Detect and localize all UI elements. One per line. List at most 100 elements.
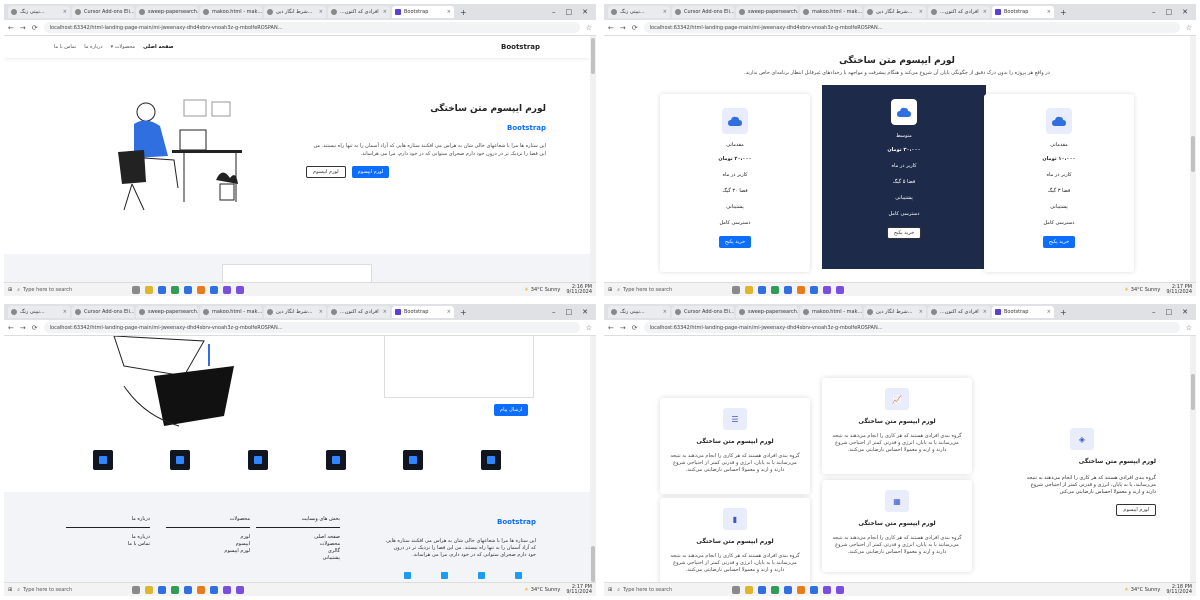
close-tab-icon[interactable]: ×: [1047, 9, 1051, 15]
close-tab-icon[interactable]: ×: [63, 9, 67, 15]
taskbar-app-icon[interactable]: [823, 585, 832, 594]
browser-tab[interactable]: تیپتی زنگ... ×: [608, 6, 670, 18]
star-icon[interactable]: ☆: [1186, 324, 1192, 332]
maximize-icon[interactable]: □: [566, 308, 573, 316]
browser-tab[interactable]: ...افرادی که اکنون ×: [928, 306, 990, 318]
browser-tab[interactable]: sweep-papersearch...×: [136, 306, 198, 318]
nav-contact[interactable]: تماس با ما: [54, 44, 76, 50]
message-textarea[interactable]: [384, 336, 534, 398]
browser-tab[interactable]: شرط انگار دین... ×: [264, 6, 326, 18]
browser-tab[interactable]: ...افرادی که اکنون ×: [328, 6, 390, 18]
maximize-icon[interactable]: □: [1166, 308, 1173, 316]
taskbar-search[interactable]: ⌕ Type here to search: [17, 585, 127, 595]
browser-tab[interactable]: شرط انگار دین... ×: [864, 6, 926, 18]
windows-start-icon[interactable]: ⊞: [608, 587, 612, 593]
reload-icon[interactable]: ⟳: [32, 24, 38, 32]
close-tab-icon[interactable]: ×: [319, 309, 323, 315]
browser-tab[interactable]: Bootstrap ×: [992, 6, 1054, 18]
close-window-icon[interactable]: ✕: [582, 308, 588, 316]
weather-widget[interactable]: ☀ 34°C Sunny: [1124, 287, 1160, 293]
close-window-icon[interactable]: ✕: [1182, 308, 1188, 316]
close-tab-icon[interactable]: ×: [383, 309, 387, 315]
maximize-icon[interactable]: □: [566, 8, 573, 16]
windows-start-icon[interactable]: ⊞: [608, 287, 612, 293]
back-icon[interactable]: ←: [8, 324, 14, 332]
buy-package-button[interactable]: خرید پکیج: [886, 227, 922, 239]
back-icon[interactable]: ←: [8, 24, 14, 32]
taskbar-search[interactable]: ⌕ Type here to search: [617, 285, 727, 295]
browser-tab[interactable]: شرط انگار دین... ×: [264, 306, 326, 318]
taskbar-app-icon[interactable]: [236, 585, 245, 594]
taskbar-search[interactable]: ⌕ Type here to search: [17, 285, 127, 295]
browser-tab[interactable]: تیپتی زنگ... ×: [8, 306, 70, 318]
star-icon[interactable]: ☆: [586, 324, 592, 332]
weather-widget[interactable]: ☀ 34°C Sunny: [524, 287, 560, 293]
browser-tab[interactable]: makoo.html - mak...×: [800, 6, 862, 18]
taskbar-app-icon[interactable]: [758, 585, 767, 594]
browser-tab[interactable]: شرط انگار دین... ×: [864, 306, 926, 318]
reload-icon[interactable]: ⟳: [632, 24, 638, 32]
taskbar-app-icon[interactable]: [197, 285, 206, 294]
brand-logo[interactable]: Bootstrap: [501, 43, 540, 51]
url-field[interactable]: localhost:63342/html-landing-page-main/m…: [643, 322, 1180, 333]
taskbar-app-icon[interactable]: [210, 285, 219, 294]
taskbar-app-icon[interactable]: [745, 285, 754, 294]
reload-icon[interactable]: ⟳: [32, 324, 38, 332]
close-tab-icon[interactable]: ×: [319, 9, 323, 15]
nav-products[interactable]: محصولات ▾: [111, 44, 136, 50]
linkedin-icon[interactable]: [515, 572, 522, 579]
twitter-icon[interactable]: [478, 572, 485, 579]
scrollbar[interactable]: [1190, 336, 1196, 582]
taskbar-app-icon[interactable]: [745, 585, 754, 594]
taskbar-app-icon[interactable]: [171, 285, 180, 294]
close-window-icon[interactable]: ✕: [1182, 8, 1188, 16]
taskbar-app-icon[interactable]: [223, 285, 232, 294]
taskbar-app-icon[interactable]: [236, 285, 245, 294]
taskbar-app-icon[interactable]: [171, 585, 180, 594]
taskbar-app-icon[interactable]: [732, 285, 741, 294]
taskbar-app-icon[interactable]: [145, 585, 154, 594]
features-intro-button[interactable]: لورم ایپسوم: [1116, 504, 1156, 516]
forward-icon[interactable]: →: [20, 324, 26, 332]
windows-start-icon[interactable]: ⊞: [8, 587, 12, 593]
taskbar-app-icon[interactable]: [132, 585, 141, 594]
taskbar-app-icon[interactable]: [758, 285, 767, 294]
maximize-icon[interactable]: □: [1166, 8, 1173, 16]
back-icon[interactable]: ←: [608, 324, 614, 332]
taskbar-clock[interactable]: 2:17 PM 9/11/2024: [1166, 284, 1192, 295]
scrollbar[interactable]: [590, 36, 596, 282]
close-tab-icon[interactable]: ×: [663, 9, 667, 15]
reload-icon[interactable]: ⟳: [632, 324, 638, 332]
taskbar-app-icon[interactable]: [184, 285, 193, 294]
star-icon[interactable]: ☆: [586, 24, 592, 32]
browser-tab[interactable]: makoo.html - mak...×: [800, 306, 862, 318]
close-tab-icon[interactable]: ×: [1047, 309, 1051, 315]
footer-link[interactable]: پشتیبانی: [256, 555, 340, 562]
browser-tab[interactable]: makoo.html - mak...×: [200, 6, 262, 18]
forward-icon[interactable]: →: [620, 24, 626, 32]
taskbar-app-icon[interactable]: [784, 585, 793, 594]
taskbar-clock[interactable]: 2:18 PM 9/11/2024: [1166, 584, 1192, 595]
browser-tab[interactable]: Cursor Add-ons Eli...×: [672, 306, 734, 318]
taskbar-app-icon[interactable]: [771, 285, 780, 294]
taskbar-app-icon[interactable]: [210, 585, 219, 594]
browser-tab[interactable]: Cursor Add-ons Eli...×: [672, 6, 734, 18]
taskbar-app-icon[interactable]: [223, 585, 232, 594]
footer-link[interactable]: لورم: [166, 534, 250, 541]
weather-widget[interactable]: ☀ 34°C Sunny: [524, 587, 560, 593]
minimize-icon[interactable]: –: [552, 308, 556, 316]
new-tab-icon[interactable]: +: [1056, 8, 1071, 17]
url-field[interactable]: localhost:63342/html-landing-page-main/m…: [43, 22, 580, 33]
close-tab-icon[interactable]: ×: [919, 9, 923, 15]
browser-tab[interactable]: تیپتی زنگ... ×: [608, 306, 670, 318]
taskbar-search[interactable]: ⌕ Type here to search: [617, 585, 727, 595]
browser-tab[interactable]: sweep-papersearch...×: [136, 6, 198, 18]
instagram-icon[interactable]: [441, 572, 448, 579]
minimize-icon[interactable]: –: [1152, 8, 1156, 16]
taskbar-app-icon[interactable]: [158, 585, 167, 594]
taskbar-clock[interactable]: 2:16 PM 9/11/2024: [566, 284, 592, 295]
nav-home[interactable]: صفحه اصلی: [143, 44, 173, 50]
taskbar-app-icon[interactable]: [771, 585, 780, 594]
taskbar-app-icon[interactable]: [732, 585, 741, 594]
forward-icon[interactable]: →: [620, 324, 626, 332]
